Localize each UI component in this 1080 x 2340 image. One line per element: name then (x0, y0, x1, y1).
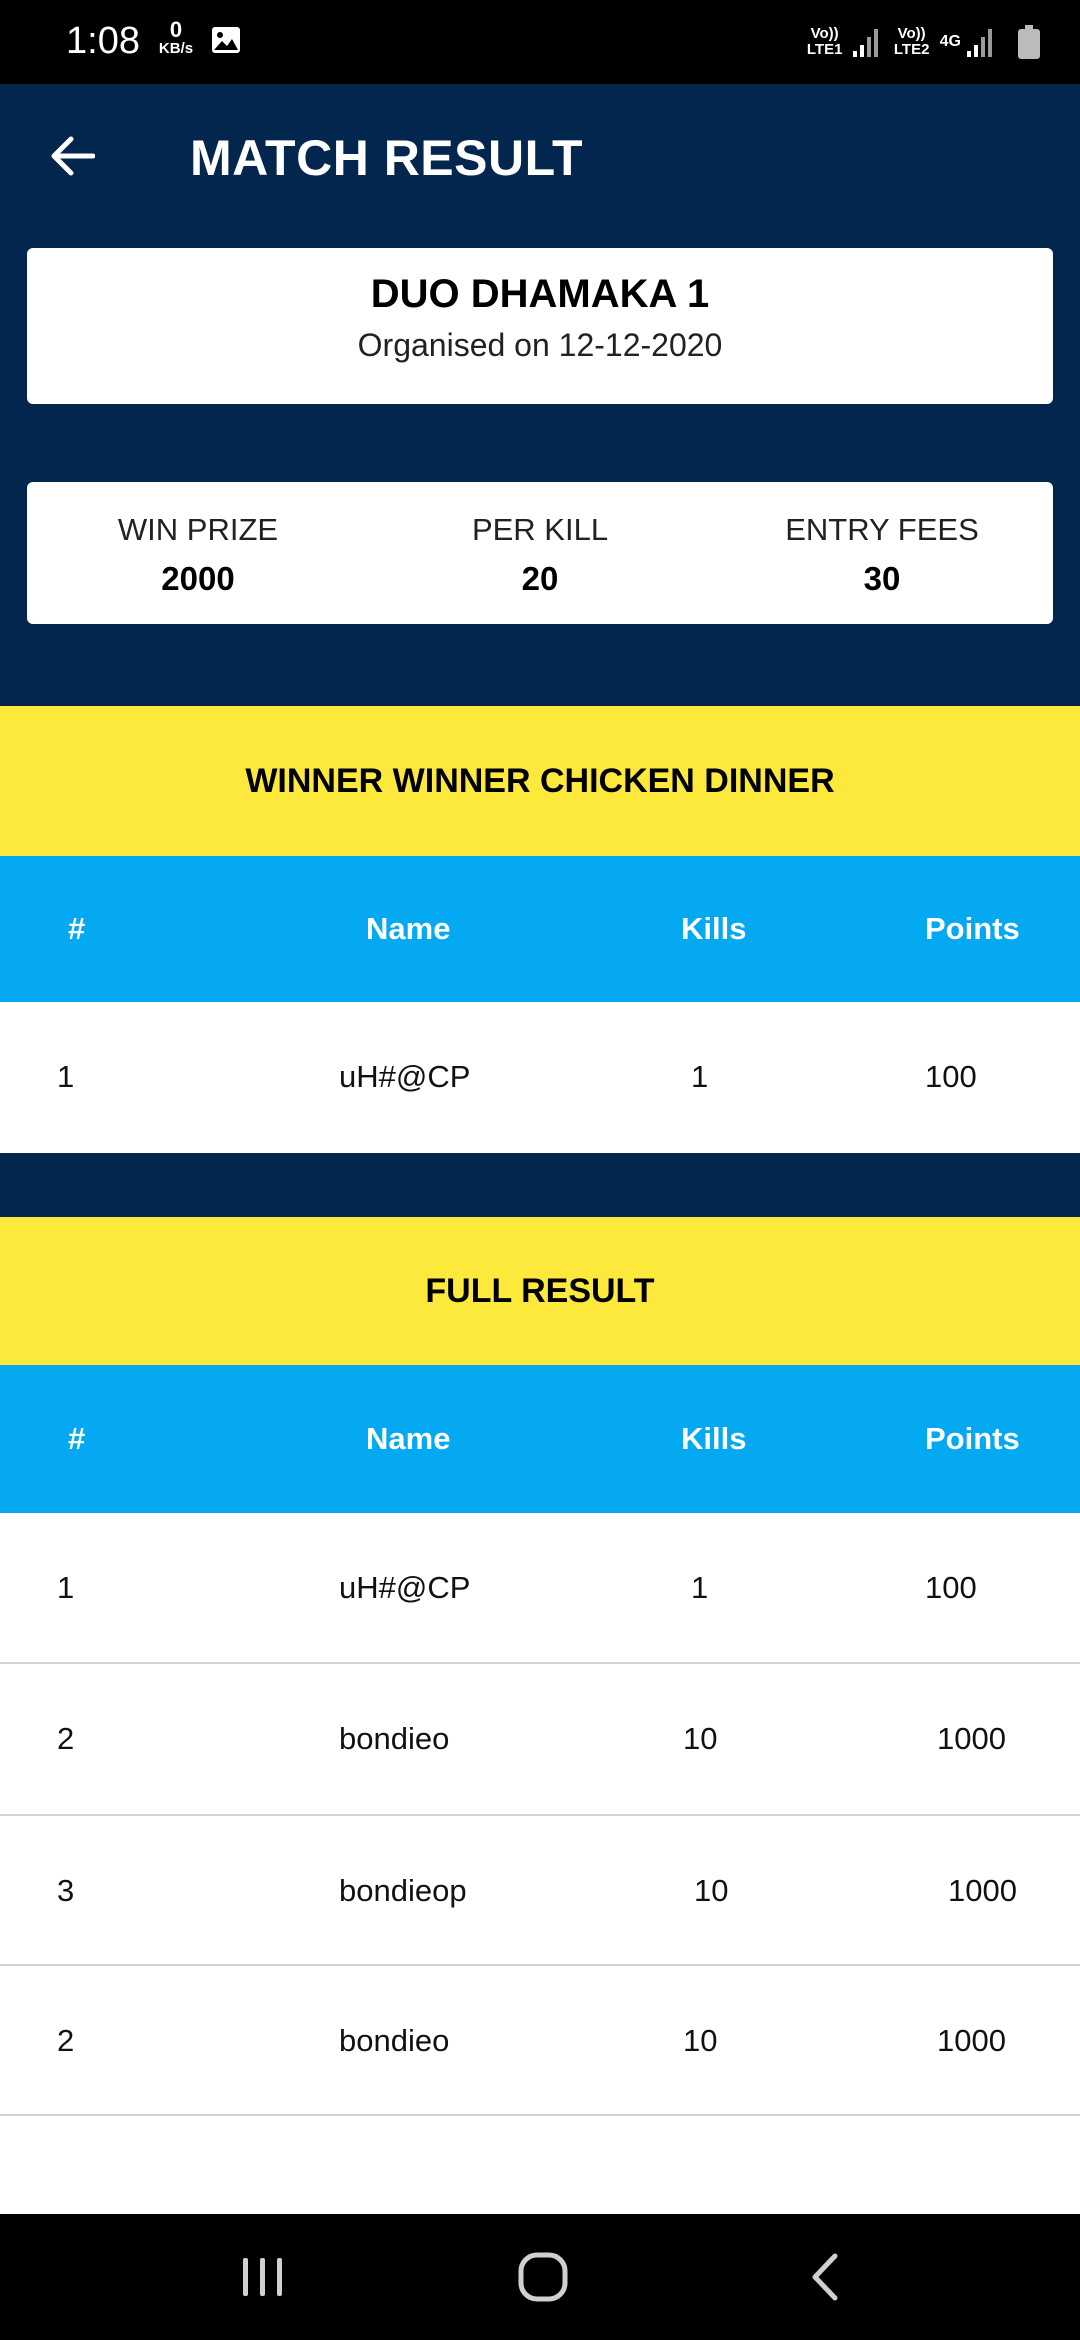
back-button[interactable] (44, 128, 100, 184)
per-kill-stat: PER KILL 20 (369, 482, 711, 624)
system-nav-bar (0, 2214, 1080, 2340)
header-kills: Kills (681, 911, 747, 946)
row-divider (0, 2114, 1080, 2116)
table-row[interactable]: 1 uH#@CP 1 100 (0, 1002, 1080, 1152)
row-rank: 2 (57, 2023, 75, 2058)
row-name: bondieop (339, 1873, 467, 1908)
net-speed: 0 KB/s (154, 17, 198, 58)
system-back-button[interactable] (790, 2244, 860, 2310)
win-prize-stat: WIN PRIZE 2000 (27, 482, 369, 624)
network-type: 4G (939, 33, 961, 50)
row-points: 1000 (937, 1721, 1006, 1756)
row-kills: 10 (683, 1721, 718, 1756)
header-points: Points (925, 1421, 1020, 1456)
row-rank: 3 (57, 1873, 75, 1908)
row-name: uH#@CP (339, 1570, 471, 1605)
row-kills: 1 (691, 1059, 709, 1094)
battery-icon (1018, 25, 1040, 59)
entry-fees-value: 30 (863, 560, 901, 597)
header-points: Points (925, 911, 1020, 946)
full-result-banner: FULL RESULT (0, 1217, 1080, 1365)
net-speed-unit: KB/s (158, 40, 194, 57)
row-points: 1000 (948, 1873, 1017, 1908)
full-table-header: # Name Kills Points (0, 1365, 1080, 1513)
per-kill-label: PER KILL (471, 512, 609, 547)
home-button[interactable] (508, 2244, 578, 2310)
sim2-signal-icon (967, 27, 992, 57)
table-row[interactable]: 2 bondieo 10 1000 (0, 1966, 1080, 2116)
status-time: 1:08 (66, 20, 140, 62)
header-name: Name (366, 911, 451, 946)
table-row[interactable]: 3 bondieop 10 1000 (0, 1816, 1080, 1966)
recents-button[interactable] (228, 2244, 298, 2310)
row-rank: 2 (57, 1721, 75, 1756)
header-name: Name (366, 1421, 451, 1456)
row-name: uH#@CP (339, 1059, 471, 1094)
gallery-notification-icon (211, 26, 241, 59)
row-kills: 10 (694, 1873, 729, 1908)
recents-icon (243, 2258, 282, 2296)
entry-fees-label: ENTRY FEES (785, 512, 979, 547)
per-kill-value: 20 (521, 560, 559, 597)
row-points: 100 (925, 1570, 977, 1605)
header-rank: # (68, 911, 86, 946)
row-rank: 1 (57, 1570, 75, 1605)
win-prize-label: WIN PRIZE (117, 512, 279, 547)
arrow-left-icon (51, 136, 95, 176)
sim1-signal-icon (852, 27, 878, 57)
win-prize-value: 2000 (161, 560, 235, 597)
table-row[interactable]: 1 uH#@CP 1 100 (0, 1513, 1080, 1663)
match-header: MATCH RESULT DUO DHAMAKA 1 Organised on … (0, 84, 1080, 706)
match-name: DUO DHAMAKA 1 (370, 272, 710, 316)
status-icons: Vo)) LTE1 Vo)) LTE2 4G (803, 22, 1040, 62)
entry-fees-stat: ENTRY FEES 30 (711, 482, 1053, 624)
sim1-label: Vo)) LTE1 (806, 25, 843, 58)
table-row[interactable]: 2 bondieo 10 1000 (0, 1664, 1080, 1814)
row-name: bondieo (339, 1721, 450, 1756)
row-name: bondieo (339, 2023, 450, 2058)
back-chevron-icon (812, 2253, 838, 2301)
sim2-label: Vo)) LTE2 (893, 25, 930, 58)
net-speed-value: 0 (169, 17, 183, 42)
winner-banner: WINNER WINNER CHICKEN DINNER (0, 706, 1080, 856)
home-icon (518, 2252, 568, 2302)
row-kills: 10 (683, 2023, 718, 2058)
match-organised-date: Organised on 12-12-2020 (357, 327, 723, 363)
row-kills: 1 (691, 1570, 709, 1605)
row-points: 100 (925, 1059, 977, 1094)
winner-table-header: # Name Kills Points (0, 856, 1080, 1002)
status-bar: 1:08 0 KB/s Vo)) LTE1 Vo)) LTE2 4G (0, 0, 1080, 84)
section-separator (0, 1153, 1080, 1217)
page-title: MATCH RESULT (190, 130, 583, 186)
header-kills: Kills (681, 1421, 747, 1456)
match-info-card: DUO DHAMAKA 1 Organised on 12-12-2020 (27, 248, 1053, 404)
match-stats-card: WIN PRIZE 2000 PER KILL 20 ENTRY FEES 30 (27, 482, 1053, 624)
row-points: 1000 (937, 2023, 1006, 2058)
row-rank: 1 (57, 1059, 75, 1094)
header-rank: # (68, 1421, 86, 1456)
